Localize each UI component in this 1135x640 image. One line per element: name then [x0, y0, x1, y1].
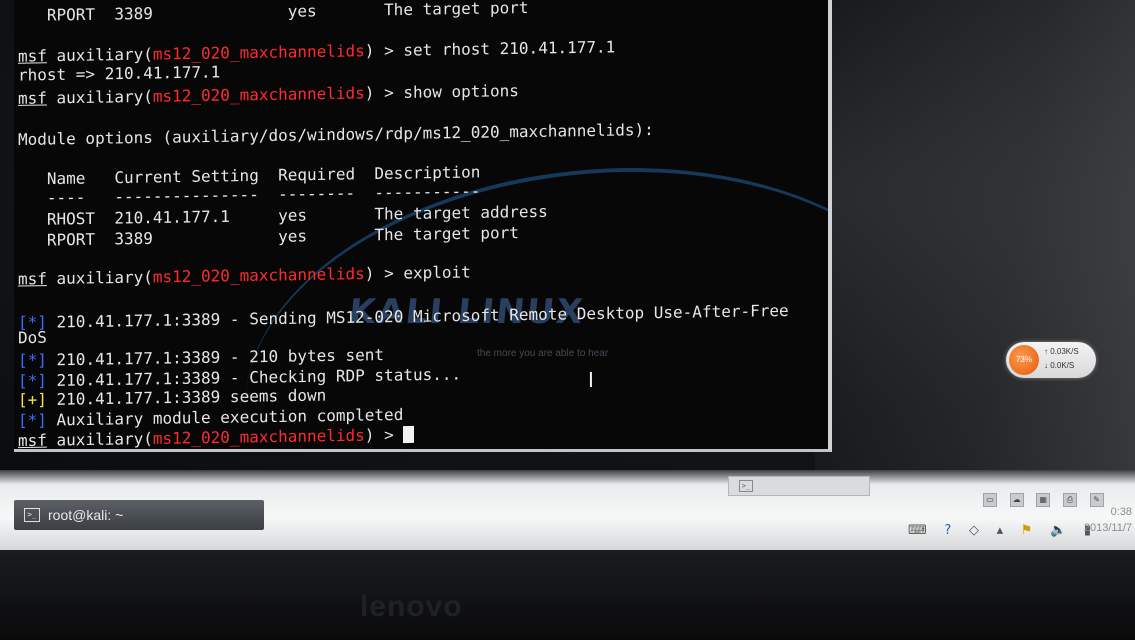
volume-icon[interactable]: 🔈	[1050, 523, 1066, 538]
terminal-text: auxiliary(	[46, 44, 153, 66]
clock-date: 2013/11/7	[1083, 522, 1132, 534]
tray-icons-top: ▭ ☁ ▦ ⎙ ✎	[983, 487, 1107, 507]
minimized-window-preview[interactable]: >_	[728, 476, 870, 496]
network-icon[interactable]: ◇	[969, 523, 979, 538]
terminal-line: [+] 210.41.177.1:3389 seems down	[18, 386, 326, 410]
terminal-text: ) > exploit	[364, 262, 471, 284]
monitor-icon[interactable]: ▭	[983, 493, 997, 507]
status-marker: [*]	[18, 371, 47, 391]
network-speed-widget[interactable]: 73% ↑ 0.03K/S ↓ 0.0K/S	[1006, 342, 1096, 378]
taskbar-item-label: root@kali: ~	[48, 507, 124, 523]
terminal-output: RPORT 3389 yes The target port msf auxil…	[18, 0, 828, 449]
msf-prompt: msf	[18, 269, 47, 289]
show-hidden-icons-icon[interactable]: ▴	[997, 523, 1004, 538]
module-name: ms12_020_maxchannelids	[152, 83, 365, 106]
terminal-line: Module options (auxiliary/dos/windows/rd…	[18, 120, 654, 149]
terminal-window[interactable]: KALI LINUX the more you are able to hear…	[14, 0, 832, 452]
download-speed: ↓ 0.0K/S	[1044, 361, 1075, 370]
mouse-ibeam-cursor-icon: I	[588, 368, 594, 392]
upload-speed: ↑ 0.03K/S	[1044, 347, 1079, 356]
terminal-icon: >_	[739, 480, 753, 492]
terminal-text: ) >	[364, 425, 404, 445]
taskbar-item-terminal[interactable]: >_ root@kali: ~	[14, 500, 264, 530]
cloud-icon[interactable]: ☁	[1009, 493, 1024, 507]
terminal-line: DoS	[18, 328, 47, 347]
terminal-line: RPORT 3389 yes The target port	[18, 0, 529, 25]
module-name: ms12_020_maxchannelids	[152, 41, 365, 64]
terminal-icon: >_	[24, 508, 40, 522]
help-icon[interactable]: ?	[944, 523, 951, 538]
module-name: ms12_020_maxchannelids	[152, 425, 365, 448]
terminal-line: [*] 210.41.177.1:3389 - Sending MS12-020…	[18, 301, 789, 332]
status-marker: [*]	[18, 410, 47, 431]
printer-icon[interactable]: ⎙	[1062, 493, 1077, 507]
action-center-icon[interactable]: ⚑	[1021, 523, 1033, 538]
msf-prompt: msf	[18, 46, 47, 66]
terminal-text: ) > set rhost 210.41.177.1	[364, 37, 616, 61]
terminal-line: msf auxiliary(ms12_020_maxchannelids) > …	[18, 37, 615, 65]
terminal-text: auxiliary(	[46, 428, 153, 450]
terminal-text: ) > show options	[364, 81, 519, 103]
terminal-text: Module options (auxiliary/dos/windows/rd…	[18, 120, 654, 149]
clock-time: 0:38	[1110, 506, 1132, 518]
keyboard-icon[interactable]: ⌨	[908, 523, 927, 538]
taskbar-clock[interactable]: 0:38 2013/11/7	[1070, 506, 1132, 534]
laptop-brand-logo: lenovo	[360, 590, 463, 623]
status-marker: [*]	[18, 350, 47, 370]
terminal-line: rhost => 210.41.177.1	[18, 62, 220, 84]
terminal-text: RPORT 3389 yes The target port	[18, 0, 529, 26]
msf-prompt: msf	[18, 88, 47, 108]
tool-icon[interactable]: ✎	[1089, 493, 1104, 507]
terminal-line: msf auxiliary(ms12_020_maxchannelids) > …	[18, 262, 471, 288]
terminal-text: auxiliary(	[46, 267, 153, 289]
terminal-text: rhost => 210.41.177.1	[18, 62, 221, 85]
msf-prompt: msf	[18, 430, 47, 451]
text-cursor	[403, 425, 415, 444]
terminal-text: auxiliary(	[46, 86, 153, 108]
terminal-text: DoS	[18, 327, 47, 348]
module-name: ms12_020_maxchannelids	[152, 264, 365, 287]
grid-icon[interactable]: ▦	[1036, 493, 1051, 507]
terminal-text: 210.41.177.1:3389 - Sending MS12-020 Mic…	[46, 300, 789, 332]
screen-glare	[815, 0, 1135, 470]
terminal-line: msf auxiliary(ms12_020_maxchannelids) > …	[18, 81, 519, 108]
terminal-text: 210.41.177.1:3389 seems down	[46, 385, 327, 409]
status-marker: [+]	[18, 389, 47, 410]
laptop-bezel	[0, 550, 1135, 640]
network-usage-percent: 73%	[1009, 345, 1039, 375]
